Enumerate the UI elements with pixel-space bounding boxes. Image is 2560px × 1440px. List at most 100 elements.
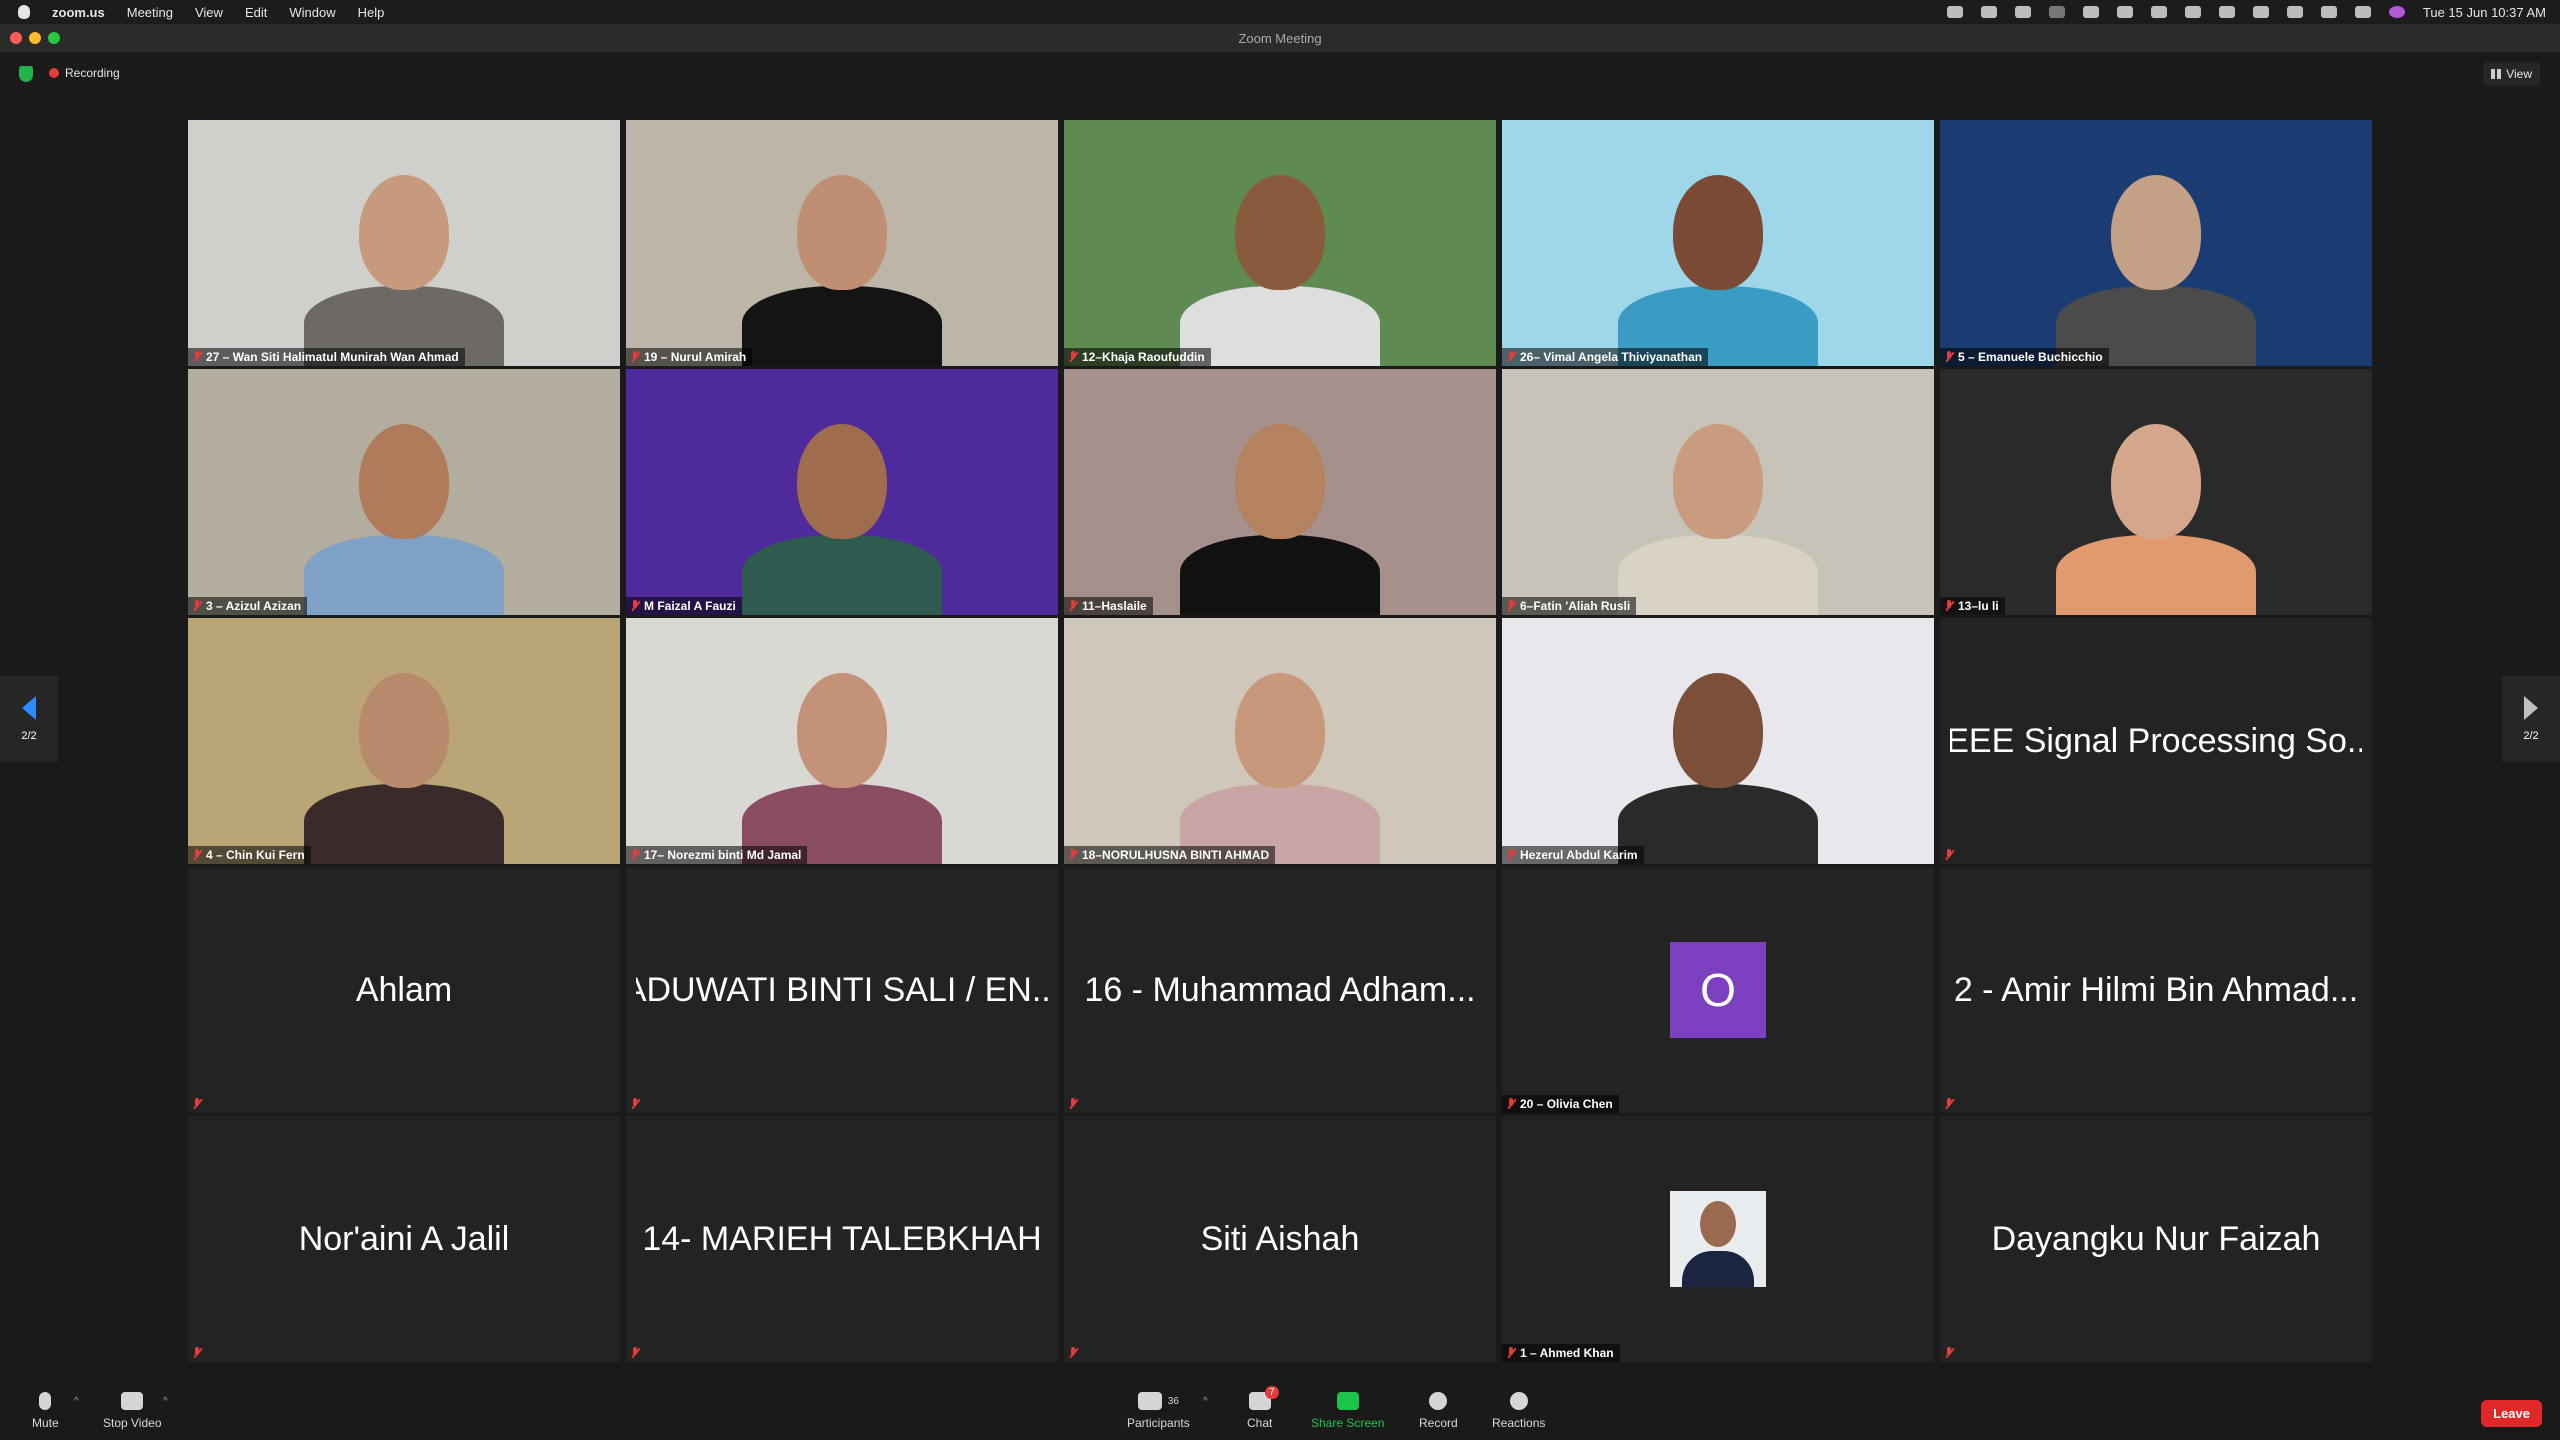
mute-label: Mute bbox=[32, 1416, 59, 1430]
participant-display-name: 2 - Amir Hilmi Bin Ahmad... bbox=[1953, 970, 2359, 1009]
prev-page-button[interactable]: 2/2 bbox=[0, 676, 58, 762]
menu-edit[interactable]: Edit bbox=[245, 5, 267, 20]
menu-help[interactable]: Help bbox=[358, 5, 385, 20]
menu-clock[interactable]: Tue 15 Jun 10:37 AM bbox=[2423, 5, 2546, 20]
participant-tile[interactable]: 12–Khaja Raoufuddin bbox=[1064, 120, 1496, 366]
encryption-shield-icon[interactable] bbox=[19, 66, 33, 82]
video-options-caret-icon[interactable]: ^ bbox=[163, 1396, 168, 1407]
participant-video bbox=[722, 120, 962, 366]
control-center-icon[interactable] bbox=[2354, 6, 2371, 18]
participant-tile[interactable]: 26– Vimal Angela Thiviyanathan bbox=[1502, 120, 1934, 366]
participant-name-bar bbox=[626, 1344, 646, 1362]
participant-tile[interactable]: IEEE Signal Processing So... bbox=[1940, 618, 2372, 864]
participant-tile[interactable]: 6–Fatin 'Aliah Rusli bbox=[1502, 369, 1934, 615]
view-button[interactable]: View bbox=[2483, 62, 2540, 86]
participant-body bbox=[304, 784, 504, 864]
participant-body bbox=[742, 535, 942, 615]
participant-tile[interactable]: 13–lu li bbox=[1940, 369, 2372, 615]
participant-name-bar bbox=[1940, 846, 1960, 864]
siri-icon[interactable] bbox=[2388, 6, 2405, 18]
participant-tile[interactable]: Dayangku Nur Faizah bbox=[1940, 1116, 2372, 1362]
participant-tile[interactable]: 3 – Azizul Azizan bbox=[188, 369, 620, 615]
participants-caret-icon[interactable]: ^ bbox=[1203, 1396, 1208, 1407]
participants-label: Participants bbox=[1127, 1416, 1190, 1430]
battery-icon[interactable] bbox=[2320, 6, 2337, 18]
participant-name: 27 – Wan Siti Halimatul Munirah Wan Ahma… bbox=[206, 350, 459, 364]
leave-button[interactable]: Leave bbox=[2481, 1400, 2542, 1427]
participant-tile[interactable]: 11–Haslaile bbox=[1064, 369, 1496, 615]
participant-name-bar: Hezerul Abdul Karim bbox=[1502, 846, 1644, 864]
muted-mic-icon bbox=[1068, 1347, 1078, 1359]
participant-name: 26– Vimal Angela Thiviyanathan bbox=[1520, 350, 1703, 364]
participant-face bbox=[359, 424, 449, 539]
participant-tile[interactable]: 4 – Chin Kui Fern bbox=[188, 618, 620, 864]
volume-icon[interactable] bbox=[2150, 6, 2167, 18]
share-screen-button[interactable]: Share Screen bbox=[1311, 1392, 1384, 1430]
chat-status-icon[interactable] bbox=[1980, 6, 1997, 18]
participant-tile[interactable]: M Faizal A Fauzi bbox=[626, 369, 1058, 615]
muted-mic-icon bbox=[630, 600, 640, 612]
input-source-icon[interactable] bbox=[2218, 6, 2235, 18]
next-page-button[interactable]: 2/2 bbox=[2502, 676, 2560, 762]
apple-icon[interactable] bbox=[18, 5, 30, 19]
menu-meeting[interactable]: Meeting bbox=[127, 5, 173, 20]
clock-icon[interactable] bbox=[2082, 6, 2099, 18]
participant-name-bar: 17– Norezmi binti Md Jamal bbox=[626, 846, 808, 864]
microphone-icon bbox=[39, 1392, 52, 1410]
window-titlebar: Zoom Meeting bbox=[0, 24, 2560, 52]
recording-indicator[interactable]: Recording bbox=[49, 66, 120, 80]
participant-tile[interactable]: Nor'aini A Jalil bbox=[188, 1116, 620, 1362]
chat-button[interactable]: 7 Chat bbox=[1247, 1386, 1279, 1430]
menu-view[interactable]: View bbox=[195, 5, 223, 20]
participant-tile[interactable]: 16 - Muhammad Adham... bbox=[1064, 867, 1496, 1113]
participant-tile[interactable]: 1 – Ahmed Khan bbox=[1502, 1116, 1934, 1362]
participant-tile[interactable]: 5 – Emanuele Buchicchio bbox=[1940, 120, 2372, 366]
participant-video bbox=[722, 618, 962, 864]
participants-icon bbox=[1137, 1392, 1162, 1410]
menu-window[interactable]: Window bbox=[289, 5, 335, 20]
participant-face bbox=[1235, 175, 1325, 290]
participant-name-bar bbox=[1064, 1344, 1084, 1362]
audio-options-caret-icon[interactable]: ^ bbox=[74, 1396, 79, 1407]
search-icon[interactable] bbox=[2286, 6, 2303, 18]
dnd-icon[interactable] bbox=[2116, 6, 2133, 18]
muted-mic-icon bbox=[1944, 600, 1954, 612]
meeting-toolbar: Mute ^ Stop Video ^ 36 Participants ^ 7 … bbox=[0, 1382, 2560, 1440]
participant-name-bar: 11–Haslaile bbox=[1064, 597, 1153, 615]
participant-tile[interactable]: ADUWATI BINTI SALI / EN... bbox=[626, 867, 1058, 1113]
participant-name: 6–Fatin 'Aliah Rusli bbox=[1520, 599, 1631, 613]
participant-tile[interactable]: 17– Norezmi binti Md Jamal bbox=[626, 618, 1058, 864]
participant-tile[interactable]: Siti Aishah bbox=[1064, 1116, 1496, 1362]
participant-video bbox=[1598, 618, 1838, 864]
participant-tile[interactable]: 14- MARIEH TALEBKHAH bbox=[626, 1116, 1058, 1362]
participants-count: 36 bbox=[1167, 1395, 1179, 1407]
participant-face bbox=[1673, 175, 1763, 290]
menu-app[interactable]: zoom.us bbox=[52, 5, 105, 20]
share-screen-icon bbox=[1336, 1392, 1359, 1410]
stop-video-button[interactable]: Stop Video bbox=[103, 1392, 162, 1430]
participant-tile[interactable]: 18–NORULHUSNA BINTI AHMAD bbox=[1064, 618, 1496, 864]
participant-body bbox=[742, 286, 942, 366]
participant-tile[interactable]: 27 – Wan Siti Halimatul Munirah Wan Ahma… bbox=[188, 120, 620, 366]
participant-video bbox=[2036, 120, 2276, 366]
zoom-status-icon[interactable] bbox=[1946, 6, 1963, 18]
muted-mic-icon bbox=[1944, 849, 1954, 861]
participants-button[interactable]: 36 Participants bbox=[1127, 1392, 1190, 1430]
muted-mic-icon bbox=[1944, 1347, 1954, 1359]
reactions-button[interactable]: Reactions bbox=[1492, 1392, 1545, 1430]
participant-tile[interactable]: 2 - Amir Hilmi Bin Ahmad... bbox=[1940, 867, 2372, 1113]
participant-body bbox=[304, 535, 504, 615]
record-button[interactable]: Record bbox=[1419, 1392, 1458, 1430]
bluetooth-icon[interactable] bbox=[2184, 6, 2201, 18]
participant-video bbox=[1160, 618, 1400, 864]
mute-button[interactable]: Mute bbox=[32, 1392, 59, 1430]
participant-tile[interactable]: Ahlam bbox=[188, 867, 620, 1113]
participant-tile[interactable]: O 20 – Olivia Chen bbox=[1502, 867, 1934, 1113]
wifi-icon[interactable] bbox=[2252, 6, 2269, 18]
participant-face bbox=[1673, 673, 1763, 788]
cloud-icon[interactable] bbox=[2014, 6, 2031, 18]
moon-icon[interactable] bbox=[2048, 6, 2065, 18]
participant-tile[interactable]: 19 – Nurul Amirah bbox=[626, 120, 1058, 366]
participant-tile[interactable]: Hezerul Abdul Karim bbox=[1502, 618, 1934, 864]
muted-mic-icon bbox=[1944, 1098, 1954, 1110]
